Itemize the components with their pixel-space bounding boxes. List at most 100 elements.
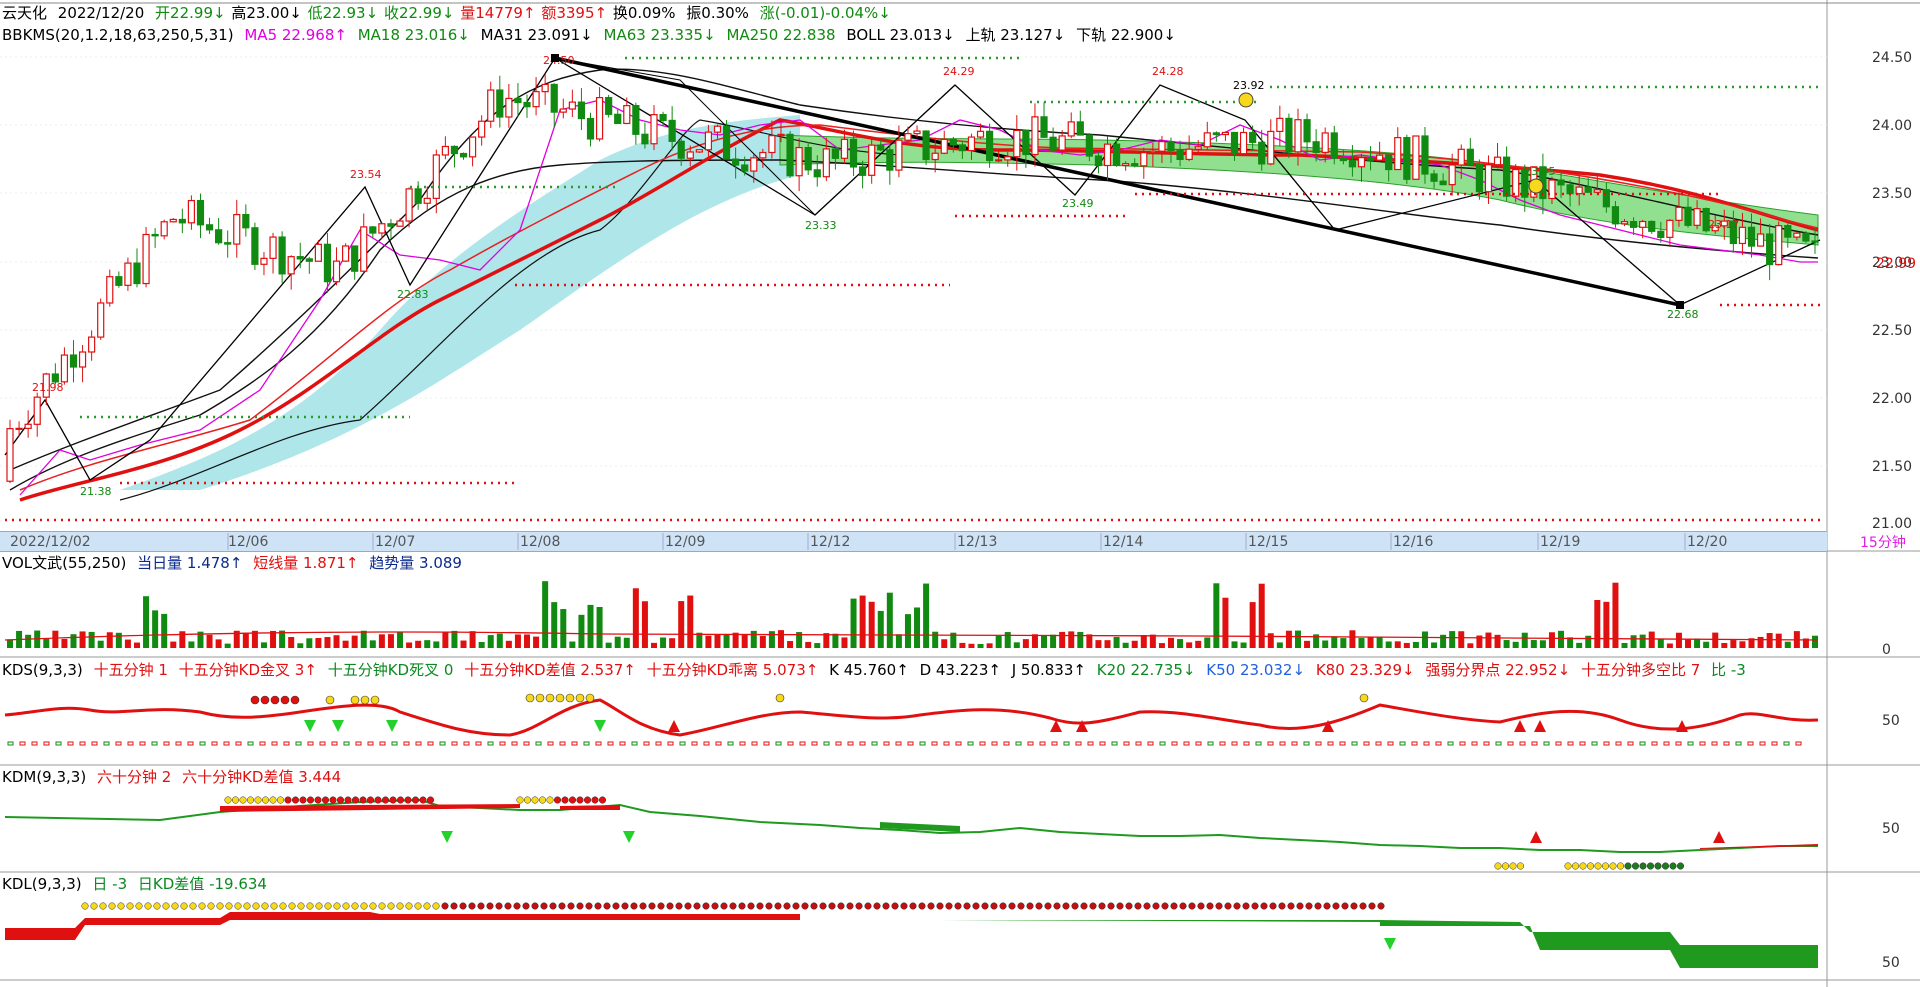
- kdl-dot: [639, 902, 647, 910]
- kdl-dot: [1098, 902, 1106, 910]
- kdl-dot: [990, 902, 998, 910]
- kdl-dot: [1008, 902, 1016, 910]
- kdl-dot: [729, 902, 737, 910]
- kdl-dot: [657, 902, 665, 910]
- kdl-dot: [387, 902, 395, 910]
- kdl-dot: [153, 902, 161, 910]
- kdl-chart: 50: [5, 902, 1900, 971]
- kdl-dot: [180, 902, 188, 910]
- kdl-dot: [1080, 902, 1088, 910]
- kdl-dot: [279, 902, 287, 910]
- kdl-dot: [504, 902, 512, 910]
- kdl-dot: [1188, 902, 1196, 910]
- kdl-dot: [819, 902, 827, 910]
- kdl-dot: [1323, 902, 1331, 910]
- kdl-dot: [1107, 902, 1115, 910]
- kdl-dot: [999, 902, 1007, 910]
- kdl-dot: [189, 902, 197, 910]
- kdl-dot: [810, 902, 818, 910]
- kdl-dot: [549, 902, 557, 910]
- kdl-dot: [1368, 902, 1376, 910]
- kdl-dot: [1215, 902, 1223, 910]
- kdl-dot: [216, 902, 224, 910]
- kdl-dot: [108, 902, 116, 910]
- kdl-dot: [324, 902, 332, 910]
- kdl-dot: [792, 902, 800, 910]
- kdl-dot: [441, 902, 449, 910]
- kdl-dot: [1044, 902, 1052, 910]
- kdl-dot: [315, 902, 323, 910]
- kdl-dot: [1251, 902, 1259, 910]
- kdl-dot: [522, 902, 530, 910]
- kdl-dot: [495, 902, 503, 910]
- kdl-dot: [144, 902, 152, 910]
- kdl-dot: [783, 902, 791, 910]
- kdl-dot: [576, 902, 584, 910]
- kdl-dot: [414, 902, 422, 910]
- kdl-dot: [1143, 902, 1151, 910]
- kdl-dot: [684, 902, 692, 910]
- kdl-dot: [603, 902, 611, 910]
- kdl-dot: [450, 902, 458, 910]
- kdl-dot: [1287, 902, 1295, 910]
- kdl-dot: [918, 902, 926, 910]
- kdl-dot: [405, 902, 413, 910]
- kdl-dot: [702, 902, 710, 910]
- kdl-dot: [594, 902, 602, 910]
- kdl-dot: [1305, 902, 1313, 910]
- kdl-dot: [756, 902, 764, 910]
- kdl-dot: [1341, 902, 1349, 910]
- kdl-dot: [711, 902, 719, 910]
- kdl-dot: [207, 902, 215, 910]
- kdl-dot: [1314, 902, 1322, 910]
- kdl-dot: [675, 902, 683, 910]
- kdl-dot: [1089, 902, 1097, 910]
- kdl-dot: [1179, 902, 1187, 910]
- kdl-dot: [828, 902, 836, 910]
- kdl-dot: [1197, 902, 1205, 910]
- kdl-dot: [621, 902, 629, 910]
- kdl-dot: [1062, 902, 1070, 910]
- kdl-dot: [90, 902, 98, 910]
- kdl-dot: [369, 902, 377, 910]
- kdl-dot: [846, 902, 854, 910]
- kdl-dot: [513, 902, 521, 910]
- kdl-dot: [1053, 902, 1061, 910]
- kdl-dot: [243, 902, 251, 910]
- kdl-dot: [234, 902, 242, 910]
- kdl-dot: [198, 902, 206, 910]
- kdl-dot: [486, 902, 494, 910]
- kdl-dot: [261, 902, 269, 910]
- kdl-dot: [1269, 902, 1277, 910]
- kdl-dot: [540, 902, 548, 910]
- kdl-dot: [630, 902, 638, 910]
- kdl-dot: [225, 902, 233, 910]
- kdl-dot: [297, 902, 305, 910]
- kdl-dot: [693, 902, 701, 910]
- kdl-dot: [612, 902, 620, 910]
- kdl-dot: [1206, 902, 1214, 910]
- kdl-dot: [765, 902, 773, 910]
- kdl-dot: [837, 902, 845, 910]
- kdl-dot: [954, 902, 962, 910]
- kdl-dot: [666, 902, 674, 910]
- kdl-dot: [1152, 902, 1160, 910]
- kdl-dot: [963, 902, 971, 910]
- kdl-dot: [1035, 902, 1043, 910]
- kdl-dot: [378, 902, 386, 910]
- kdl-dot: [81, 902, 89, 910]
- kdl-dot: [99, 902, 107, 910]
- kdl-dot: [306, 902, 314, 910]
- kdl-dot: [1170, 902, 1178, 910]
- kdl-dot: [864, 902, 872, 910]
- kdl-dot: [945, 902, 953, 910]
- kdl-dot: [135, 902, 143, 910]
- kdl-dot: [927, 902, 935, 910]
- kdl-dot: [468, 902, 476, 910]
- kdl-dot: [585, 902, 593, 910]
- kdl-dot: [900, 902, 908, 910]
- kdl-dot: [1260, 902, 1268, 910]
- kdl-dot: [855, 902, 863, 910]
- kdl-dot: [1296, 902, 1304, 910]
- kdl-dot: [171, 902, 179, 910]
